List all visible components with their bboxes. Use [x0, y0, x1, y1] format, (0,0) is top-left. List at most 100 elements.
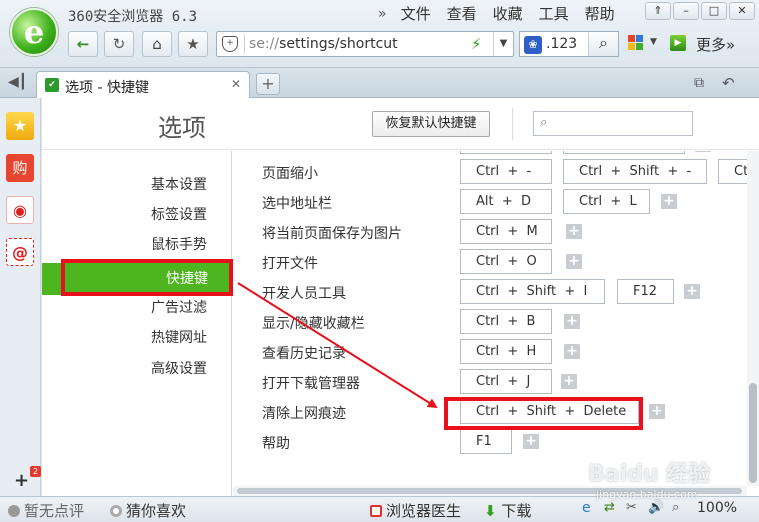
sidebar-badge: 2	[30, 466, 41, 477]
minimize-button[interactable]: –	[673, 2, 699, 20]
address-bar[interactable]: + se://settings/shortcut ⚡ ▼	[216, 31, 514, 57]
bookmark-star-button[interactable]: ★	[178, 31, 208, 57]
more-button[interactable]: 更多»	[696, 34, 735, 55]
skin-icon[interactable]: ⇑	[645, 2, 671, 20]
search-engine-icon[interactable]: ❀	[524, 36, 542, 54]
apps-grid-icon[interactable]	[628, 35, 644, 51]
menu-chevron-icon[interactable]: »	[372, 4, 393, 24]
shortcut-key[interactable]: Ctrl + -	[460, 159, 552, 184]
watermark-url: jingyan.baidu.com	[596, 488, 698, 501]
screenshot-icon[interactable]: ✂	[626, 500, 637, 515]
favorites-star-icon[interactable]: ★	[6, 112, 34, 140]
apps-dropdown-icon[interactable]: ▼	[650, 37, 657, 47]
volume-icon[interactable]: 🔊	[648, 500, 664, 515]
address-dropdown-icon[interactable]: ▼	[493, 32, 513, 56]
nav-hotkey-urls[interactable]: 热键网址	[151, 323, 207, 353]
window-title: 360安全浏览器 6.3	[68, 9, 198, 25]
scroll-thumb[interactable]	[749, 383, 757, 483]
shortcut-key[interactable]: Ctrl + Shift + I	[460, 279, 605, 304]
add-shortcut-icon[interactable]: +	[561, 374, 577, 389]
weibo-icon[interactable]: ◉	[6, 196, 34, 224]
home-icon: ⌂	[152, 35, 162, 53]
menu-view[interactable]: 查看	[439, 4, 485, 24]
download-icon: ⬇	[484, 502, 497, 520]
add-shortcut-icon[interactable]: +	[649, 404, 665, 419]
shortcut-row: 打开文件 Ctrl + O +	[233, 247, 747, 277]
shopping-icon[interactable]: 购	[6, 154, 34, 182]
address-prefix: se://	[249, 36, 280, 52]
add-sidebar-item-icon[interactable]: +	[14, 470, 29, 491]
restore-default-shortcuts-button[interactable]: 恢复默认快捷键	[372, 111, 490, 137]
close-button[interactable]: ✕	[729, 2, 755, 20]
vertical-scrollbar[interactable]	[747, 151, 759, 486]
tab-settings[interactable]: ✔ 选项 - 快捷键 ✕	[36, 71, 250, 98]
shortcut-list: + 页面缩小 Ctrl + - Ctrl + Shift + - Ct 选中地址…	[233, 151, 747, 486]
shortcut-key[interactable]: Ct	[718, 159, 747, 184]
shortcut-key[interactable]: Ctrl + B	[460, 309, 552, 334]
shortcut-key[interactable]: Ctrl + H	[460, 339, 552, 364]
shortcut-key[interactable]: Ctrl + M	[460, 219, 552, 244]
shortcut-key[interactable]: F1	[460, 429, 512, 454]
add-shortcut-icon[interactable]: +	[661, 194, 677, 209]
baidu-watermark: Baidu 经验 jingyan.baidu.com	[588, 456, 710, 501]
shortcut-key[interactable]: Ctrl + J	[460, 369, 552, 394]
maximize-button[interactable]: □	[701, 2, 727, 20]
nav-tab-settings[interactable]: 标签设置	[151, 200, 207, 230]
nav-basic-settings[interactable]: 基本设置	[151, 170, 207, 200]
browser-doctor[interactable]: 浏览器医生	[370, 500, 461, 521]
tab-close-icon[interactable]: ✕	[231, 77, 241, 91]
speed-mode-icon[interactable]: ⚡	[471, 35, 482, 53]
video-icon[interactable]: ▶	[670, 35, 686, 51]
add-shortcut-icon[interactable]: +	[695, 151, 711, 152]
menu-favorites[interactable]: 收藏	[485, 4, 531, 24]
tab-list-icon[interactable]: ⧉	[694, 75, 704, 91]
shortcut-key[interactable]: F12	[617, 279, 674, 304]
zoom-level[interactable]: 100%	[697, 500, 737, 516]
nav-ad-filter[interactable]: 广告过滤	[151, 293, 207, 323]
nav-advanced-settings[interactable]: 高级设置	[151, 354, 207, 384]
radio-icon	[110, 505, 122, 517]
rating-label: 暂无点评	[24, 502, 85, 520]
sync-icon[interactable]: ⇄	[604, 500, 615, 515]
shortcut-key[interactable]: Ctrl + Shift + -	[563, 159, 707, 184]
shortcut-key[interactable]	[460, 151, 552, 154]
search-icon[interactable]: ⌕	[588, 32, 618, 56]
nav-mouse-gestures[interactable]: 鼠标手势	[151, 230, 207, 260]
search-input[interactable]: .123	[546, 36, 577, 52]
rating-status[interactable]: 暂无点评	[8, 500, 84, 521]
shortcut-key[interactable]: Ctrl + L	[563, 189, 650, 214]
menu-tools[interactable]: 工具	[531, 4, 577, 24]
add-shortcut-icon[interactable]: +	[566, 254, 582, 269]
shortcut-label: 打开下载管理器	[262, 376, 360, 392]
shortcut-key[interactable]: Alt + D	[460, 189, 552, 214]
tab-title: 选项 - 快捷键	[65, 80, 149, 96]
ie-icon[interactable]: e	[582, 500, 591, 516]
menu-help[interactable]: 帮助	[577, 4, 623, 24]
shortcut-key[interactable]	[563, 151, 685, 154]
undo-close-tab-icon[interactable]: ↶	[722, 74, 735, 92]
refresh-icon: ↻	[112, 35, 126, 53]
guess-you-like[interactable]: 猜你喜欢	[110, 500, 186, 521]
settings-nav: 基本设置 标签设置 鼠标手势 快捷键 广告过滤 热键网址 高级设置	[42, 151, 232, 496]
refresh-button[interactable]: ↻	[104, 31, 134, 57]
shortcut-key[interactable]: Ctrl + O	[460, 249, 552, 274]
search-box[interactable]: ❀ .123 ⌕	[519, 31, 619, 57]
home-button[interactable]: ⌂	[142, 31, 172, 57]
settings-search-input[interactable]: ⌕	[533, 111, 693, 136]
download-button[interactable]: ⬇ 下载	[484, 500, 531, 521]
mail-icon[interactable]: @	[6, 238, 34, 266]
zoom-icon[interactable]: ⌕	[672, 500, 679, 515]
back-button[interactable]: ←	[68, 31, 98, 57]
sidebar-toggle-icon[interactable]: ◀┃	[8, 74, 27, 90]
add-shortcut-icon[interactable]: +	[564, 314, 580, 329]
shortcut-label: 页面缩小	[262, 166, 318, 182]
menu-file[interactable]: 文件	[393, 4, 439, 24]
add-shortcut-icon[interactable]: +	[523, 434, 539, 449]
add-shortcut-icon[interactable]: +	[566, 224, 582, 239]
shortcut-label: 选中地址栏	[262, 196, 332, 212]
add-shortcut-icon[interactable]: +	[564, 344, 580, 359]
add-shortcut-icon[interactable]: +	[684, 284, 700, 299]
shortcut-label: 将当前页面保存为图片	[262, 226, 402, 242]
new-tab-button[interactable]: +	[256, 73, 280, 95]
address-text[interactable]: se://settings/shortcut	[249, 36, 398, 52]
